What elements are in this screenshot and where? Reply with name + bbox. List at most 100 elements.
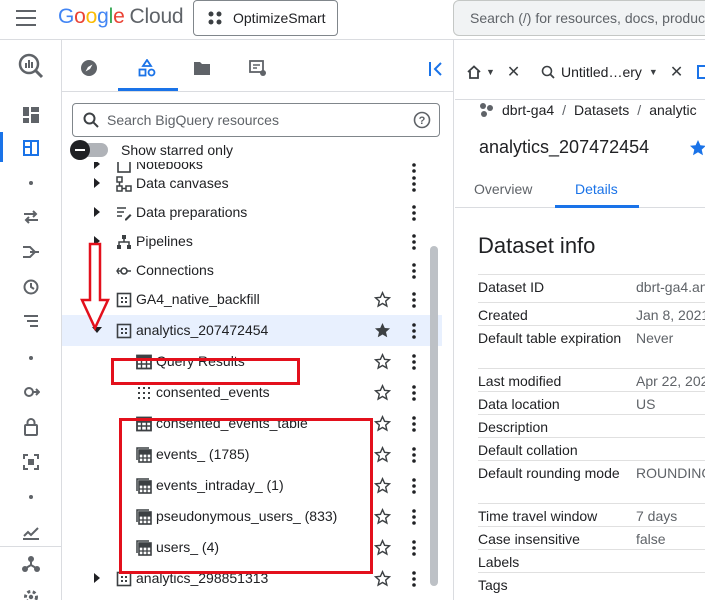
- global-search-input[interactable]: Search (/) for resources, docs, products: [453, 0, 705, 36]
- close-home-tab-icon[interactable]: ✕: [507, 62, 520, 82]
- tree-row[interactable]: Data preparations: [62, 197, 442, 228]
- star-filled-icon[interactable]: [374, 322, 391, 339]
- dataset-icon: [116, 571, 132, 587]
- close-query-tab-icon[interactable]: ✕: [670, 62, 683, 82]
- expand-caret-right-icon[interactable]: [92, 178, 102, 188]
- dataset-info-value: Apr 22, 202: [636, 373, 705, 389]
- star-outline-icon[interactable]: [374, 384, 391, 401]
- dataset-info-key: Last modified: [478, 373, 562, 389]
- more-actions-kebab-icon[interactable]: [412, 354, 416, 370]
- dataflow-icon[interactable]: [20, 241, 42, 263]
- jobs-explorer-icon[interactable]: [248, 58, 268, 78]
- star-outline-icon[interactable]: [374, 539, 391, 556]
- more-actions-kebab-icon[interactable]: [412, 263, 416, 279]
- bigquery-logo-icon[interactable]: [17, 52, 45, 80]
- star-outline-icon[interactable]: [374, 477, 391, 494]
- home-icon: [467, 65, 481, 79]
- tree-row[interactable]: consented_events: [62, 377, 442, 408]
- more-actions-kebab-icon[interactable]: [412, 176, 416, 192]
- tree-row[interactable]: users_ (4): [62, 532, 442, 563]
- classic-explorer-icon[interactable]: [137, 58, 157, 78]
- expand-caret-right-icon[interactable]: [92, 573, 102, 583]
- more-actions-kebab-icon[interactable]: [412, 323, 416, 339]
- dataset-info-value: US: [636, 396, 656, 412]
- main-menu-icon[interactable]: [16, 10, 36, 26]
- star-outline-icon[interactable]: [374, 570, 391, 587]
- collapse-panel-icon[interactable]: [428, 60, 446, 78]
- more-actions-kebab-icon[interactable]: [412, 447, 416, 463]
- partner-center-icon[interactable]: [20, 381, 42, 403]
- tree-row[interactable]: Query Results: [62, 346, 442, 377]
- settings-gear-icon[interactable]: [20, 586, 42, 600]
- tree-row-label: pseudonymous_users_ (833): [156, 508, 338, 524]
- analysis-hub-icon[interactable]: [20, 310, 42, 332]
- help-icon[interactable]: ?: [413, 111, 431, 129]
- dataset-info-row: Case insensitive false: [478, 526, 705, 549]
- tree-row[interactable]: consented_events_table: [62, 408, 442, 439]
- star-outline-icon[interactable]: [374, 508, 391, 525]
- explorer-scrollbar[interactable]: [430, 246, 438, 586]
- resource-search-input[interactable]: [107, 112, 439, 128]
- policy-lock-icon[interactable]: [20, 416, 42, 438]
- top-bar: Google Cloud OptimizeSmart Search (/) for…: [0, 0, 705, 40]
- more-actions-kebab-icon[interactable]: [412, 416, 416, 432]
- tree-row[interactable]: Data canvases: [62, 168, 442, 199]
- query-tab[interactable]: Untitled…ery ▼ ✕: [541, 62, 705, 82]
- scheduled-queries-icon[interactable]: [20, 276, 42, 298]
- more-actions-kebab-icon[interactable]: [412, 509, 416, 525]
- tree-row[interactable]: pseudonymous_users_ (833): [62, 501, 442, 532]
- tab-details[interactable]: Details: [575, 181, 618, 197]
- home-tab[interactable]: ▼ ✕: [467, 62, 520, 82]
- folder-icon[interactable]: [192, 58, 212, 78]
- star-outline-icon[interactable]: [374, 291, 391, 308]
- logo-google-text: Google: [58, 5, 125, 28]
- dataset-info-row: Time travel window 7 days: [478, 503, 705, 526]
- transfers-icon[interactable]: [20, 206, 42, 228]
- tree-row[interactable]: analytics_298851313: [62, 563, 442, 594]
- dataset-tab-icon[interactable]: [697, 65, 705, 79]
- data-capture-icon[interactable]: [20, 451, 42, 473]
- explorer-panel: ? Show starred only NotebooksData canvas…: [62, 40, 454, 600]
- annotation-down-arrow: [80, 242, 110, 331]
- home-tab-dropdown-icon[interactable]: ▼: [486, 67, 495, 77]
- breadcrumb-datasets[interactable]: Datasets: [574, 102, 629, 118]
- dataset-info-value: dbrt-ga4.an: [636, 279, 705, 295]
- tree-row[interactable]: events_intraday_ (1): [62, 470, 442, 501]
- star-outline-icon[interactable]: [374, 415, 391, 432]
- dataset-info-key: Labels: [478, 554, 520, 570]
- star-outline-icon[interactable]: [374, 353, 391, 370]
- google-cloud-logo[interactable]: Google Cloud: [58, 5, 184, 29]
- project-picker-button[interactable]: OptimizeSmart: [193, 0, 338, 36]
- monitoring-chart-icon[interactable]: [20, 521, 42, 543]
- dataset-info-value: ROUNDING_: [636, 465, 705, 481]
- tree-row[interactable]: analytics_207472454: [62, 315, 442, 346]
- more-actions-kebab-icon[interactable]: [412, 292, 416, 308]
- more-actions-kebab-icon[interactable]: [412, 571, 416, 587]
- dataset-info-value: 7 days: [636, 508, 678, 524]
- governance-icon[interactable]: [20, 553, 42, 575]
- show-starred-toggle[interactable]: [70, 140, 108, 160]
- more-actions-kebab-icon[interactable]: [412, 478, 416, 494]
- breadcrumb-project[interactable]: dbrt-ga4: [502, 102, 554, 118]
- star-outline-icon[interactable]: [374, 446, 391, 463]
- explore-compass-icon[interactable]: [79, 58, 99, 78]
- view-icon: [138, 387, 150, 399]
- tab-overview[interactable]: Overview: [474, 181, 532, 197]
- studio-icon[interactable]: [20, 137, 42, 159]
- tree-row[interactable]: Connections: [62, 255, 442, 286]
- tree-row[interactable]: GA4_native_backfill: [62, 284, 442, 315]
- tree-row[interactable]: Pipelines: [62, 226, 442, 257]
- explorer-tab-active-indicator: [118, 88, 178, 91]
- project-name: OptimizeSmart: [233, 10, 326, 26]
- tree-row-label: events_ (1785): [156, 446, 250, 462]
- more-actions-kebab-icon[interactable]: [412, 205, 416, 221]
- dataset-star-icon[interactable]: [689, 139, 705, 157]
- bigquery-resource-search[interactable]: ?: [72, 103, 440, 137]
- more-actions-kebab-icon[interactable]: [412, 540, 416, 556]
- tree-row[interactable]: events_ (1785): [62, 439, 442, 470]
- more-actions-kebab-icon[interactable]: [412, 234, 416, 250]
- more-actions-kebab-icon[interactable]: [412, 385, 416, 401]
- query-tab-dropdown-icon[interactable]: ▼: [649, 67, 658, 77]
- dashboard-icon[interactable]: [20, 104, 42, 126]
- expand-caret-right-icon[interactable]: [92, 207, 102, 217]
